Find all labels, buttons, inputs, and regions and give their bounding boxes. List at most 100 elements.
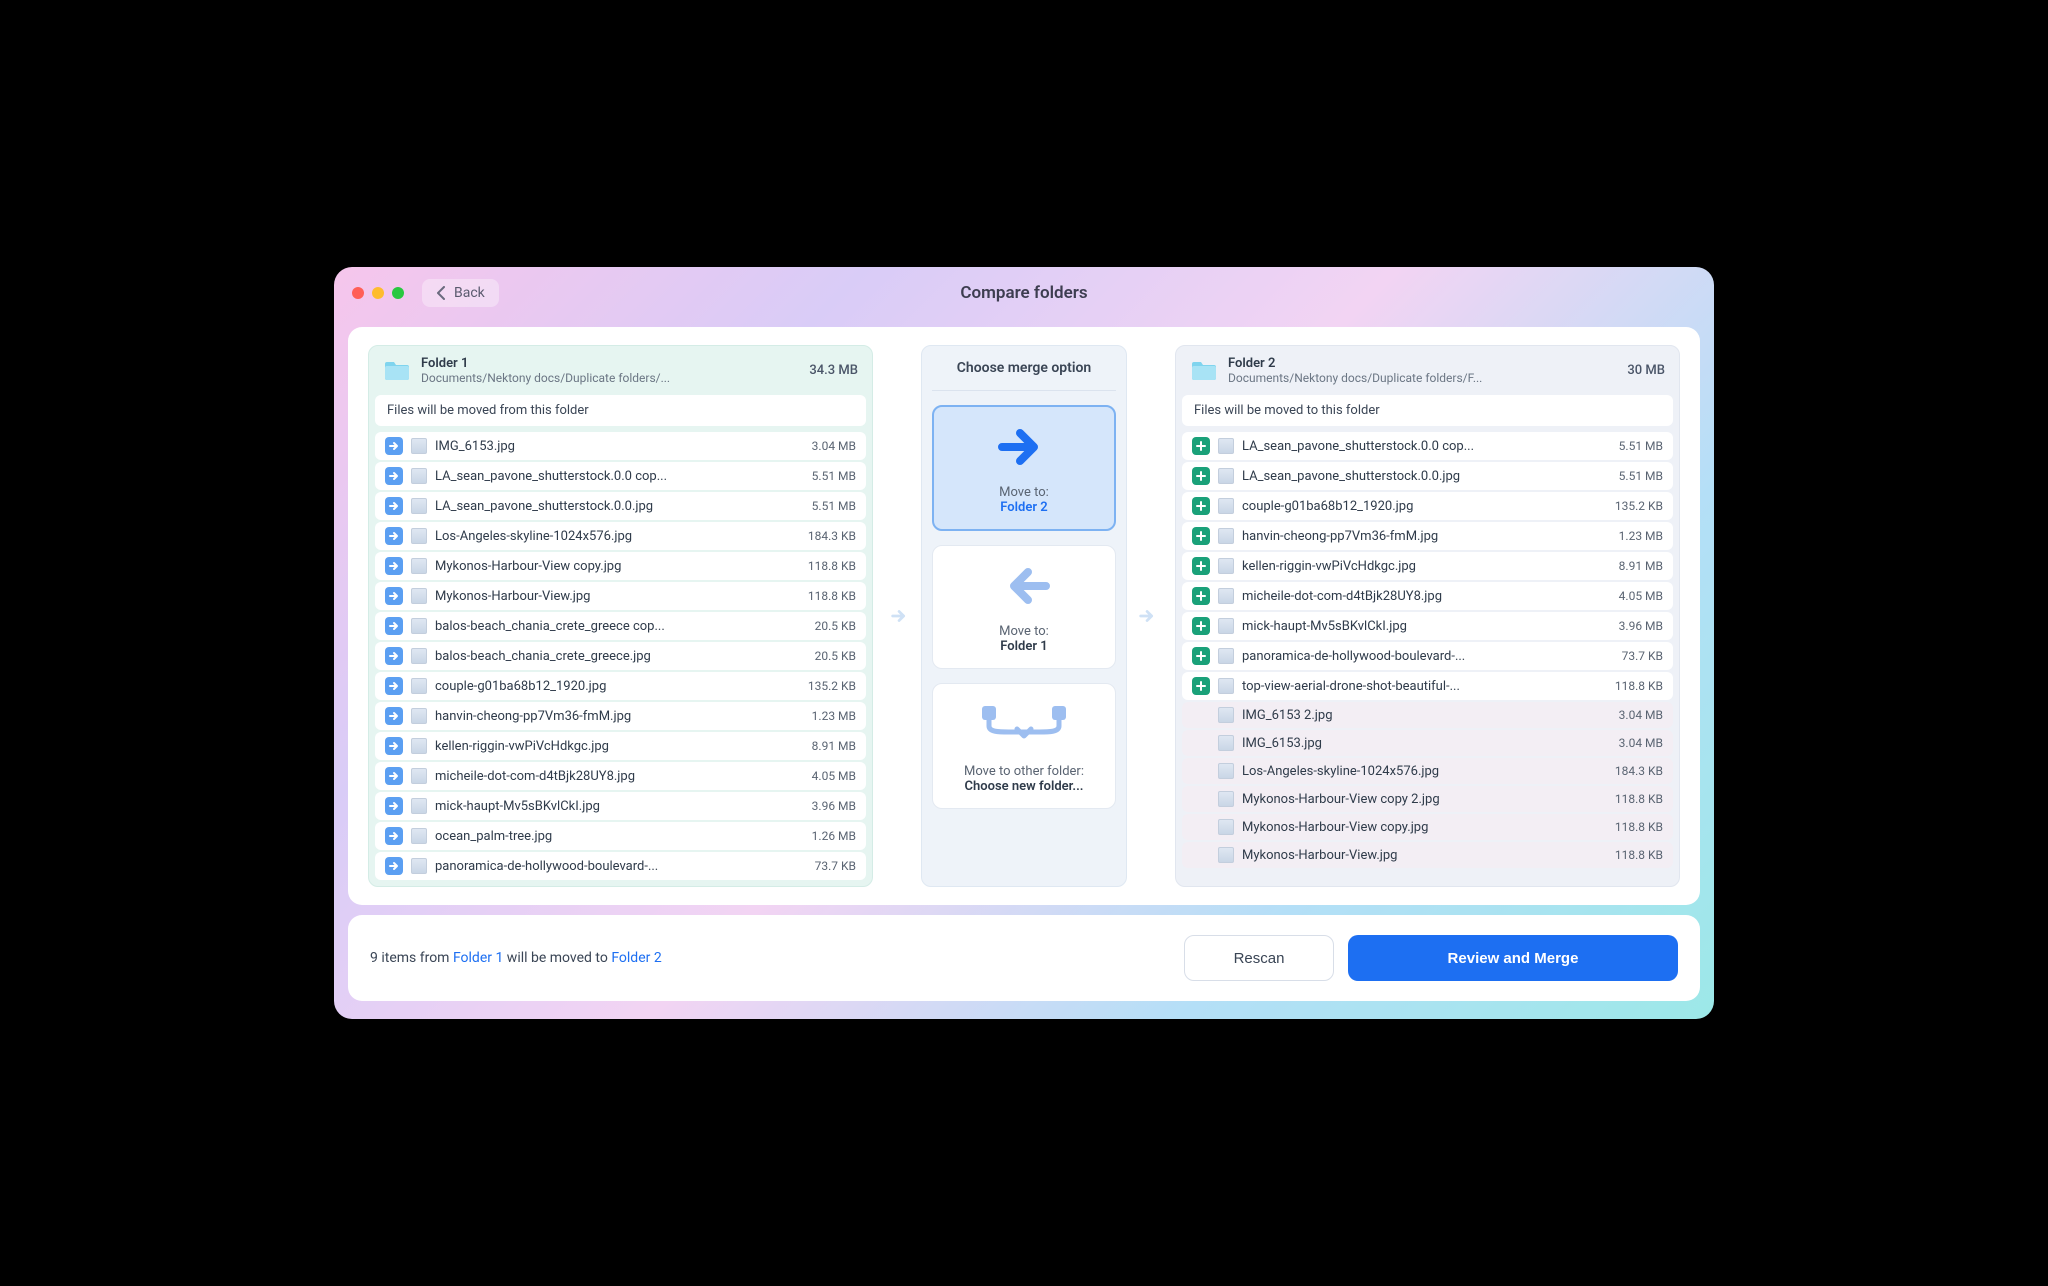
file-row[interactable]: Mykonos-Harbour-View copy.jpg 118.8 KB <box>375 552 866 580</box>
file-row[interactable]: LA_sean_pavone_shutterstock.0.0.jpg5.51 … <box>1182 462 1673 490</box>
file-name: micheile-dot-com-d4tBjk28UY8.jpg <box>435 769 804 784</box>
move-icon <box>385 827 403 845</box>
file-size: 3.96 MB <box>1619 619 1663 633</box>
folder-panel-target: Folder 2 Documents/Nektony docs/Duplicat… <box>1175 345 1680 887</box>
file-name: Mykonos-Harbour-View copy.jpg <box>435 559 800 574</box>
merge-heading: Choose merge option <box>932 360 1116 376</box>
file-row[interactable]: LA_sean_pavone_shutterstock.0.0.jpg5.51 … <box>375 492 866 520</box>
file-size: 118.8 KB <box>808 559 856 573</box>
add-icon <box>1192 527 1210 545</box>
file-name: Los-Angeles-skyline-1024x576.jpg <box>435 529 800 544</box>
file-row[interactable]: Mykonos-Harbour-View copy.jpg118.8 KB <box>1182 814 1673 840</box>
file-thumb-icon <box>1218 528 1234 544</box>
file-size: 184.3 KB <box>808 529 856 543</box>
file-row[interactable]: kellen-riggin-vwPiVcHdkgc.jpg8.91 MB <box>1182 552 1673 580</box>
file-row[interactable]: hanvin-cheong-pp7Vm36-fmM.jpg1.23 MB <box>375 702 866 730</box>
file-name: IMG_6153 2.jpg <box>1242 708 1611 723</box>
zoom-window-button[interactable] <box>392 287 404 299</box>
file-thumb-icon <box>411 588 427 604</box>
file-thumb-icon <box>411 858 427 874</box>
file-size: 135.2 KB <box>808 679 856 693</box>
folder-hint: Files will be moved to this folder <box>1182 395 1673 426</box>
file-thumb-icon <box>411 768 427 784</box>
summary-target-link[interactable]: Folder 2 <box>611 950 661 966</box>
file-row[interactable]: kellen-riggin-vwPiVcHdkgc.jpg8.91 MB <box>375 732 866 760</box>
file-row[interactable]: couple-g01ba68b12_1920.jpg135.2 KB <box>375 672 866 700</box>
file-size: 135.2 KB <box>1615 499 1663 513</box>
merge-option-move-to-folder2[interactable]: Move to:Folder 2 <box>932 405 1116 531</box>
file-list-target[interactable]: LA_sean_pavone_shutterstock.0.0 cop...5.… <box>1182 432 1673 880</box>
review-merge-button[interactable]: Review and Merge <box>1348 935 1678 981</box>
file-size: 3.04 MB <box>1619 736 1663 750</box>
file-name: LA_sean_pavone_shutterstock.0.0 cop... <box>435 469 804 484</box>
add-icon <box>1192 437 1210 455</box>
file-row[interactable]: IMG_6153.jpg3.04 MB <box>375 432 866 460</box>
file-thumb-icon <box>411 738 427 754</box>
file-name: ocean_palm-tree.jpg <box>435 829 804 844</box>
file-thumb-icon <box>1218 791 1234 807</box>
file-row[interactable]: balos-beach_chania_crete_greece cop...20… <box>375 612 866 640</box>
file-name: LA_sean_pavone_shutterstock.0.0 cop... <box>1242 439 1611 454</box>
file-thumb-icon <box>1218 707 1234 723</box>
file-row[interactable]: Mykonos-Harbour-View.jpg118.8 KB <box>375 582 866 610</box>
file-name: Mykonos-Harbour-View.jpg <box>1242 848 1607 863</box>
minimize-window-button[interactable] <box>372 287 384 299</box>
file-size: 73.7 KB <box>1622 649 1663 663</box>
file-row[interactable]: mick-haupt-Mv5sBKvlCkI.jpg3.96 MB <box>1182 612 1673 640</box>
file-row[interactable]: hanvin-cheong-pp7Vm36-fmM.jpg1.23 MB <box>1182 522 1673 550</box>
file-row[interactable]: Los-Angeles-skyline-1024x576.jpg184.3 KB <box>1182 758 1673 784</box>
move-icon <box>385 857 403 875</box>
file-row[interactable]: panoramica-de-hollywood-boulevard-...73.… <box>375 852 866 880</box>
merge-option-move-to-folder1[interactable]: Move to:Folder 1 <box>932 545 1116 669</box>
rescan-button[interactable]: Rescan <box>1184 935 1334 981</box>
file-row[interactable]: panoramica-de-hollywood-boulevard-... 73.… <box>1182 642 1673 670</box>
file-name: Mykonos-Harbour-View copy.jpg <box>1242 820 1607 835</box>
file-row[interactable]: micheile-dot-com-d4tBjk28UY8.jpg4.05 MB <box>375 762 866 790</box>
file-thumb-icon <box>1218 498 1234 514</box>
file-row[interactable]: micheile-dot-com-d4tBjk28UY8.jpg4.05 MB <box>1182 582 1673 610</box>
file-row[interactable]: ocean_palm-tree.jpg1.26 MB <box>375 822 866 850</box>
file-name: micheile-dot-com-d4tBjk28UY8.jpg <box>1242 589 1611 604</box>
file-row[interactable]: balos-beach_chania_crete_greece.jpg20.5 … <box>375 642 866 670</box>
file-thumb-icon <box>1218 819 1234 835</box>
close-window-button[interactable] <box>352 287 364 299</box>
folder-name: Folder 2 <box>1228 356 1617 371</box>
compare-content: Folder 1 Documents/Nektony docs/Duplicat… <box>348 327 1700 905</box>
file-thumb-icon <box>1218 763 1234 779</box>
file-row[interactable]: LA_sean_pavone_shutterstock.0.0 cop...5.… <box>1182 432 1673 460</box>
page-title: Compare folders <box>334 283 1714 303</box>
file-row[interactable]: mick-haupt-Mv5sBKvlCkI.jpg3.96 MB <box>375 792 866 820</box>
summary-source-link[interactable]: Folder 1 <box>453 950 503 966</box>
file-name: LA_sean_pavone_shutterstock.0.0.jpg <box>435 499 804 514</box>
move-icon <box>385 767 403 785</box>
merge-option-panel: Choose merge option Move to:Folder 2 Mov… <box>921 345 1127 887</box>
folder-size: 34.3 MB <box>809 363 858 378</box>
move-icon <box>385 617 403 635</box>
file-list-source[interactable]: IMG_6153.jpg3.04 MBLA_sean_pavone_shutte… <box>375 432 866 880</box>
file-row[interactable]: LA_sean_pavone_shutterstock.0.0 cop...5.… <box>375 462 866 490</box>
file-size: 3.04 MB <box>1619 708 1663 722</box>
merge-split-icon <box>964 702 1084 748</box>
file-row[interactable]: IMG_6153.jpg 3.04 MB <box>1182 730 1673 756</box>
flow-arrow-right-icon <box>889 605 911 627</box>
file-row[interactable]: Mykonos-Harbour-View copy 2.jpg118.8 KB <box>1182 786 1673 812</box>
move-icon <box>385 557 403 575</box>
file-row[interactable]: IMG_6153 2.jpg 3.04 MB <box>1182 702 1673 728</box>
file-name: IMG_6153.jpg <box>1242 736 1611 751</box>
file-row[interactable]: top-view-aerial-drone-shot-beautiful-...… <box>1182 672 1673 700</box>
file-size: 1.23 MB <box>812 709 856 723</box>
file-thumb-icon <box>411 678 427 694</box>
file-row[interactable]: Mykonos-Harbour-View.jpg118.8 KB <box>1182 842 1673 868</box>
file-row[interactable]: Los-Angeles-skyline-1024x576.jpg 184.3 KB <box>375 522 866 550</box>
file-thumb-icon <box>411 648 427 664</box>
file-name: panoramica-de-hollywood-boulevard-... <box>1242 649 1614 664</box>
back-button[interactable]: Back <box>422 279 499 307</box>
footer-bar: 9 items from Folder 1 will be moved to F… <box>348 915 1700 1001</box>
file-row[interactable]: couple-g01ba68b12_1920.jpg135.2 KB <box>1182 492 1673 520</box>
file-name: kellen-riggin-vwPiVcHdkgc.jpg <box>1242 559 1611 574</box>
file-thumb-icon <box>1218 438 1234 454</box>
file-name: panoramica-de-hollywood-boulevard-... <box>435 859 807 874</box>
file-size: 3.96 MB <box>812 799 856 813</box>
file-thumb-icon <box>411 468 427 484</box>
merge-option-other-folder[interactable]: Move to other folder:Choose new folder..… <box>932 683 1116 809</box>
